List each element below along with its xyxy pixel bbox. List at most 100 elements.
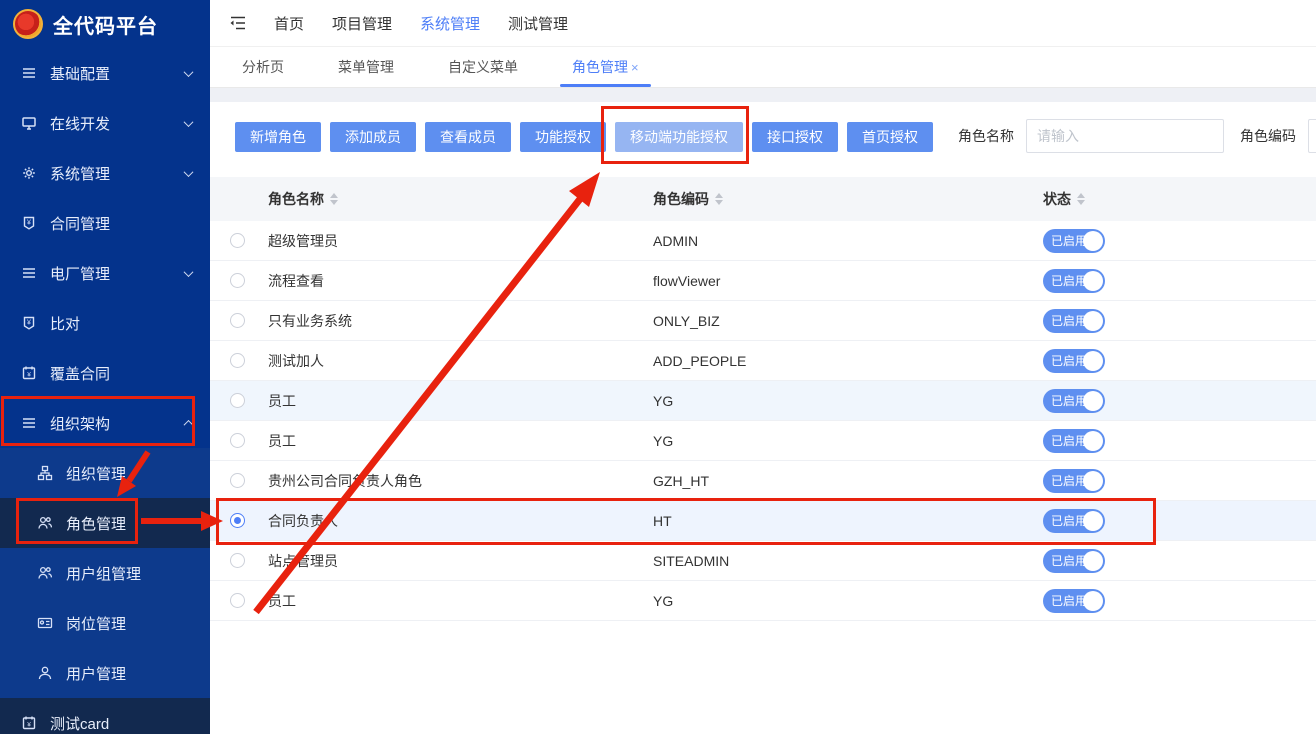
table-row[interactable]: 只有业务系统 ONLY_BIZ 已启用 [210, 301, 1316, 341]
sidebar-item-plant-mgmt[interactable]: 电厂管理 [0, 248, 210, 298]
svg-text:¥: ¥ [27, 721, 31, 728]
sidebar-item-online-dev[interactable]: 在线开发 [0, 98, 210, 148]
sort-icon[interactable] [1077, 193, 1085, 205]
column-header-role-code[interactable]: 角色编码 [653, 189, 1043, 209]
table-row[interactable]: 测试加人 ADD_PEOPLE 已启用 [210, 341, 1316, 381]
sidebar-item-test-card[interactable]: ¥ 测试card [0, 698, 210, 734]
view-member-button[interactable]: 查看成员 [425, 122, 511, 152]
content-divider [210, 88, 1316, 102]
table-row[interactable]: 员工 YG 已启用 [210, 421, 1316, 461]
status-toggle[interactable]: 已启用 [1043, 549, 1105, 573]
role-name-input[interactable] [1026, 119, 1224, 153]
row-radio[interactable] [230, 313, 245, 328]
sidebar-item-label: 基础配置 [50, 63, 110, 84]
status-toggle[interactable]: 已启用 [1043, 389, 1105, 413]
badge-icon: ¥ [20, 315, 38, 331]
tab-label: 角色管理 [572, 57, 628, 77]
column-header-role-name[interactable]: 角色名称 [268, 189, 653, 209]
add-role-button[interactable]: 新增角色 [235, 122, 321, 152]
top-navbar: 首页 项目管理 系统管理 测试管理 [210, 0, 1316, 47]
sidebar-item-compare[interactable]: ¥ 比对 [0, 298, 210, 348]
status-label: 已启用 [1051, 512, 1087, 529]
status-label: 已启用 [1051, 432, 1087, 449]
row-radio[interactable] [230, 473, 245, 488]
role-code-input[interactable] [1308, 119, 1316, 153]
sidebar-item-label: 角色管理 [66, 513, 126, 534]
row-radio[interactable] [230, 393, 245, 408]
row-radio[interactable] [230, 273, 245, 288]
chevron-down-icon [184, 267, 194, 277]
gear-icon [20, 165, 38, 181]
calendar-icon: ¥ [20, 715, 38, 731]
row-radio[interactable] [230, 513, 245, 528]
row-radio[interactable] [230, 353, 245, 368]
column-header-status[interactable]: 状态 [1043, 189, 1316, 209]
function-auth-button[interactable]: 功能授权 [520, 122, 606, 152]
role-name-cell: 贵州公司合同负责人角色 [268, 471, 653, 491]
people-icon [36, 565, 54, 581]
table-row[interactable]: 员工 YG 已启用 [210, 581, 1316, 621]
role-name-cell: 员工 [268, 431, 653, 451]
sort-icon[interactable] [330, 193, 338, 205]
status-toggle[interactable]: 已启用 [1043, 429, 1105, 453]
row-radio[interactable] [230, 233, 245, 248]
nav-item-system-mgmt[interactable]: 系统管理 [420, 13, 480, 34]
home-auth-button[interactable]: 首页授权 [847, 122, 933, 152]
role-code-cell: SITEADMIN [653, 553, 1043, 569]
sort-icon[interactable] [715, 193, 723, 205]
status-label: 已启用 [1051, 472, 1087, 489]
sidebar-item-label: 系统管理 [50, 163, 110, 184]
sidebar-item-label: 用户组管理 [66, 563, 141, 584]
sidebar-item-org-structure[interactable]: 组织架构 [0, 398, 210, 448]
sidebar-item-user-mgmt[interactable]: 用户管理 [0, 648, 210, 698]
close-icon[interactable]: × [631, 60, 639, 75]
sidebar-item-label: 组织架构 [50, 413, 110, 434]
nav-item-project-mgmt[interactable]: 项目管理 [332, 13, 392, 34]
role-code-cell: ADD_PEOPLE [653, 353, 1043, 369]
tab-analysis[interactable]: 分析页 [238, 47, 288, 87]
tab-custom-menu[interactable]: 自定义菜单 [444, 47, 522, 87]
sidebar-item-post-mgmt[interactable]: 岗位管理 [0, 598, 210, 648]
table-row[interactable]: 站点管理员 SITEADMIN 已启用 [210, 541, 1316, 581]
sidebar-item-base-config[interactable]: 基础配置 [0, 48, 210, 98]
table-row[interactable]: 贵州公司合同负责人角色 GZH_HT 已启用 [210, 461, 1316, 501]
row-radio[interactable] [230, 553, 245, 568]
sidebar-collapse-icon[interactable] [228, 13, 248, 33]
row-radio[interactable] [230, 433, 245, 448]
tab-role-mgmt[interactable]: 角色管理 × [568, 47, 643, 87]
sidebar: 全代码平台 基础配置 在线开发 系统管理 ¥ 合同管理 电厂管理 ¥ 比对 ¥ … [0, 0, 210, 734]
filter-group: 角色名称 角色编码 [958, 119, 1316, 153]
person-icon [36, 665, 54, 681]
sidebar-item-org-mgmt[interactable]: 组织管理 [0, 448, 210, 498]
chevron-down-icon [184, 67, 194, 77]
role-name-cell: 员工 [268, 391, 653, 411]
status-toggle[interactable]: 已启用 [1043, 509, 1105, 533]
status-toggle[interactable]: 已启用 [1043, 589, 1105, 613]
status-toggle[interactable]: 已启用 [1043, 229, 1105, 253]
status-toggle[interactable]: 已启用 [1043, 349, 1105, 373]
toolbar: 新增角色 添加成员 查看成员 功能授权 移动端功能授权 接口授权 首页授权 角色… [210, 102, 1316, 177]
people-icon [36, 515, 54, 531]
nav-item-test-mgmt[interactable]: 测试管理 [508, 13, 568, 34]
add-member-button[interactable]: 添加成员 [330, 122, 416, 152]
api-auth-button[interactable]: 接口授权 [752, 122, 838, 152]
status-toggle[interactable]: 已启用 [1043, 309, 1105, 333]
table-row[interactable]: 超级管理员 ADMIN 已启用 [210, 221, 1316, 261]
sidebar-item-contract-mgmt[interactable]: ¥ 合同管理 [0, 198, 210, 248]
row-radio[interactable] [230, 593, 245, 608]
table-row[interactable]: 员工 YG 已启用 [210, 381, 1316, 421]
mobile-function-auth-button[interactable]: 移动端功能授权 [615, 122, 743, 152]
table-row[interactable]: 流程查看 flowViewer 已启用 [210, 261, 1316, 301]
nav-item-home[interactable]: 首页 [274, 13, 304, 34]
table-row[interactable]: 合同负责人 HT 已启用 [210, 501, 1316, 541]
sidebar-item-cover-contract[interactable]: ¥ 覆盖合同 [0, 348, 210, 398]
sidebar-item-label: 测试card [50, 713, 109, 734]
role-code-label: 角色编码 [1240, 126, 1296, 146]
tab-menu-mgmt[interactable]: 菜单管理 [334, 47, 398, 87]
status-toggle[interactable]: 已启用 [1043, 269, 1105, 293]
sidebar-item-system-mgmt[interactable]: 系统管理 [0, 148, 210, 198]
status-toggle[interactable]: 已启用 [1043, 469, 1105, 493]
sidebar-item-user-group-mgmt[interactable]: 用户组管理 [0, 548, 210, 598]
role-code-cell: GZH_HT [653, 473, 1043, 489]
sidebar-item-role-mgmt[interactable]: 角色管理 [0, 498, 210, 548]
